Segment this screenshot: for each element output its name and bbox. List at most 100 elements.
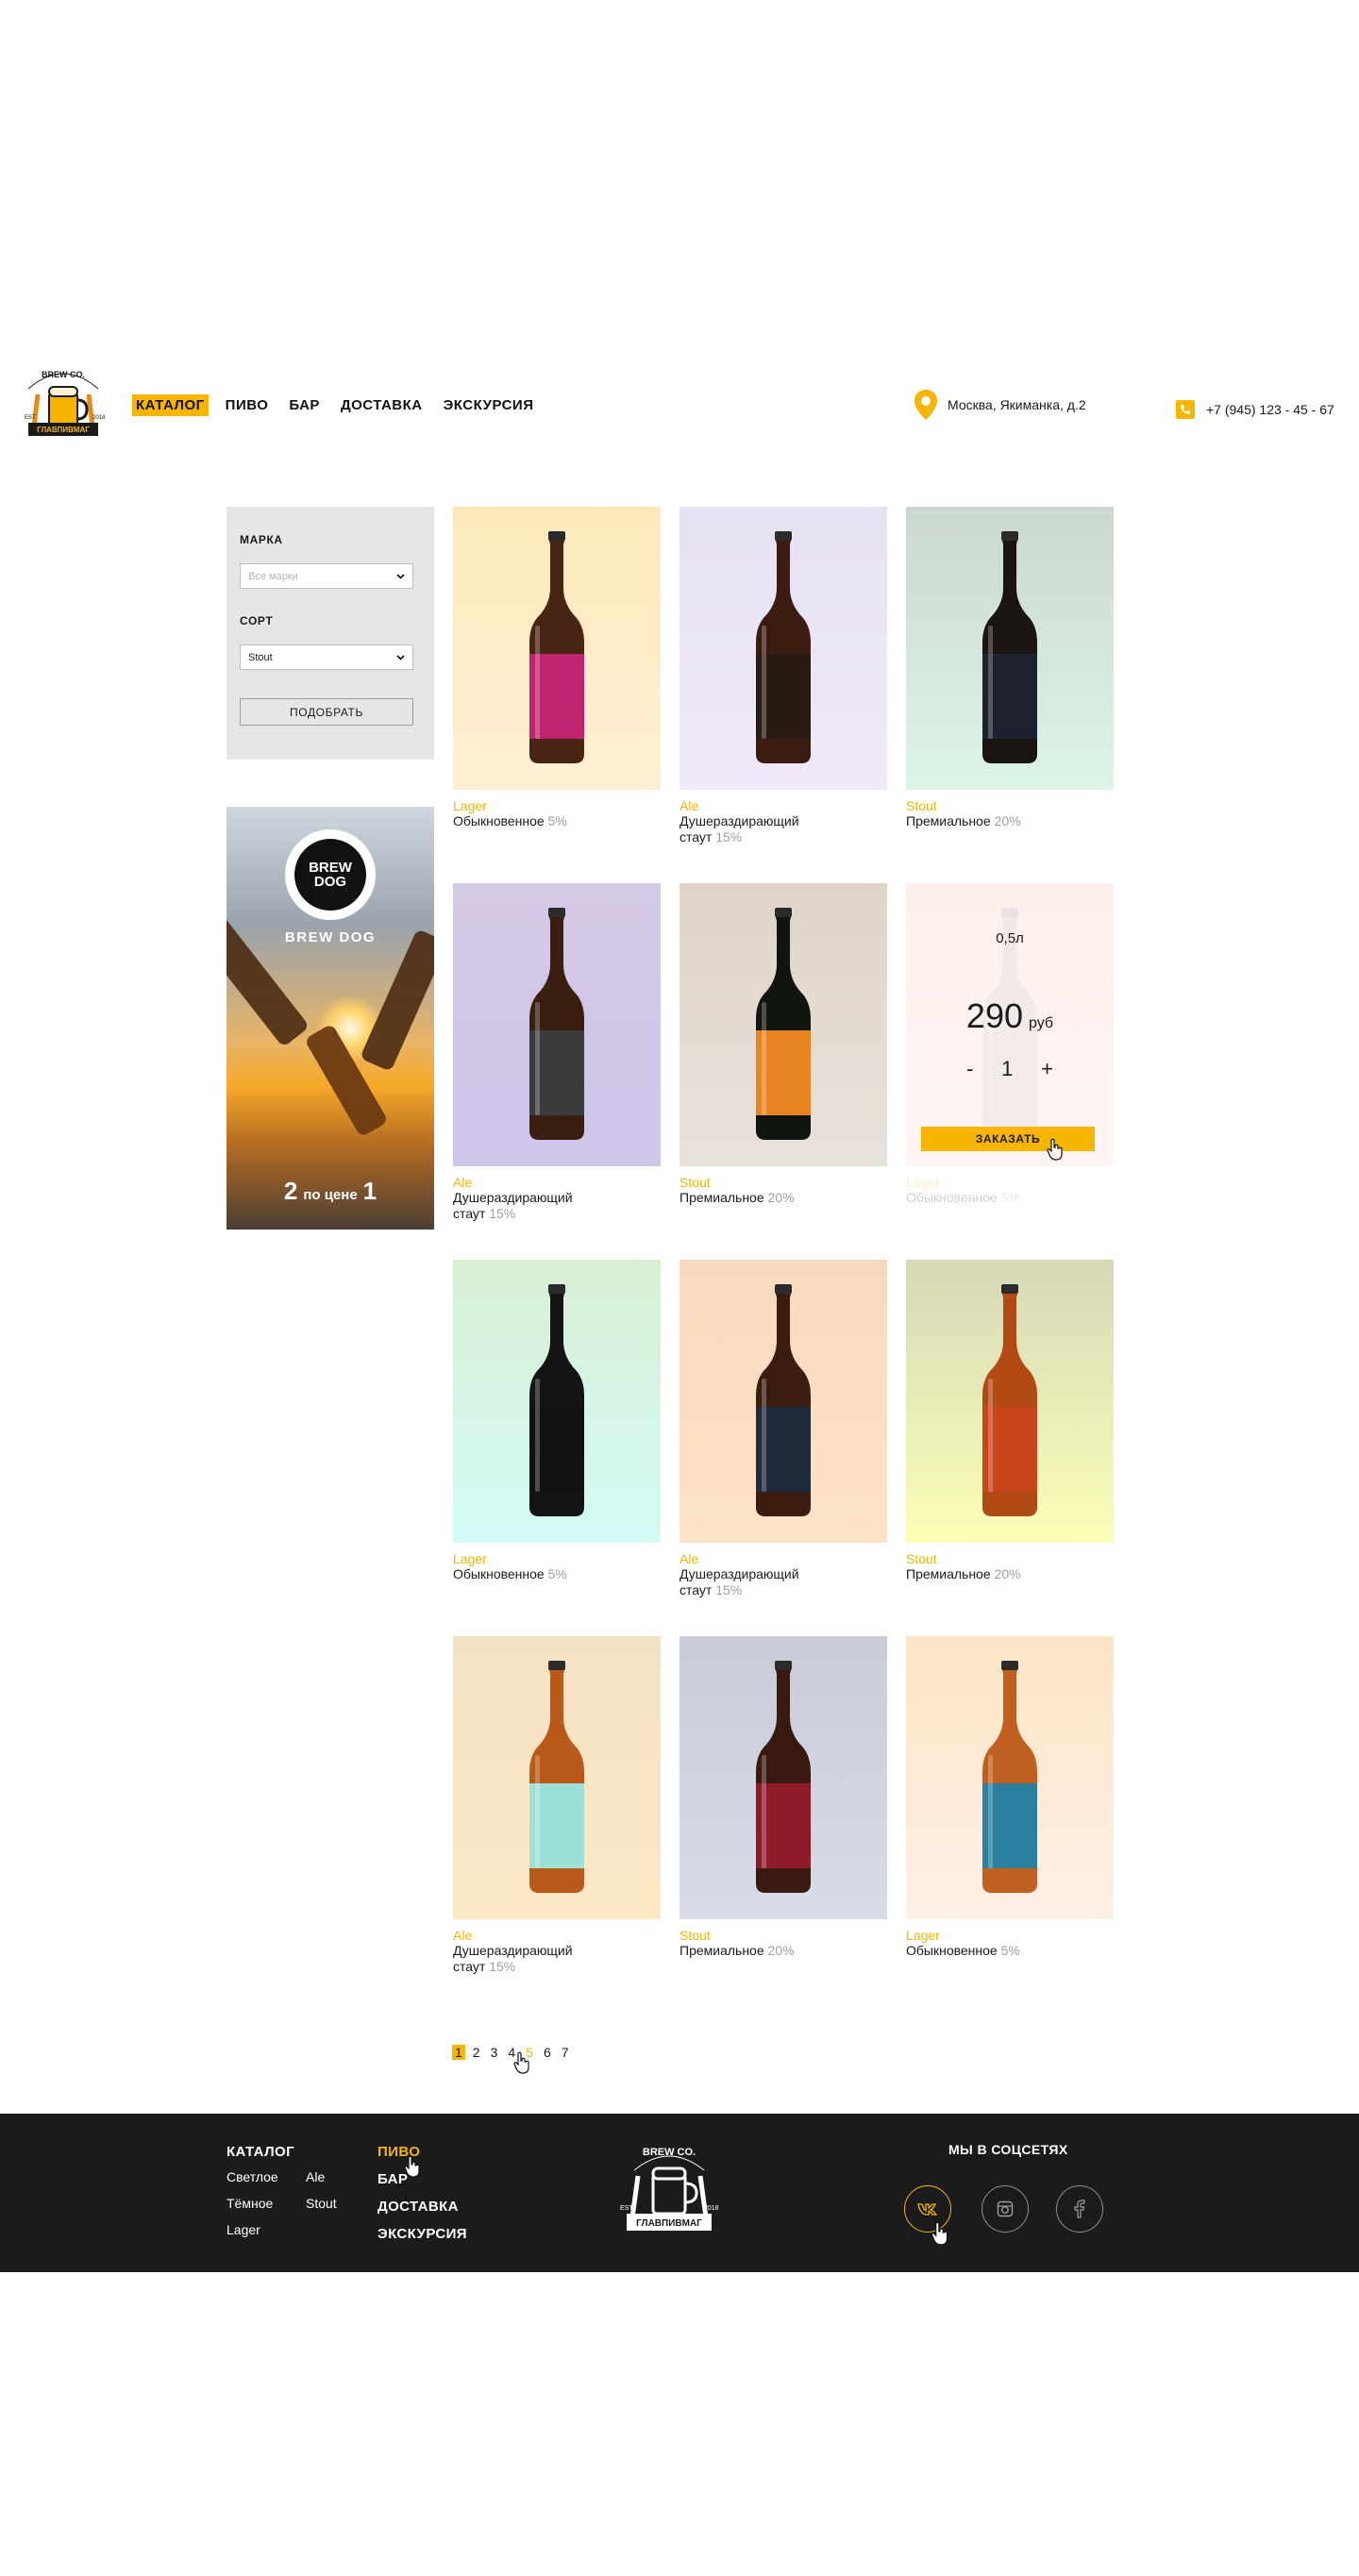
product-name-line1: Обыкновенное (453, 813, 545, 828)
facebook-icon (1074, 2200, 1085, 2218)
product-meta: Ale Душераздирающий стаут 15% (453, 1175, 661, 1222)
product-name[interactable]: Душераздирающий стаут 15% (453, 1943, 661, 1975)
footer-link[interactable]: Ale (306, 2169, 353, 2184)
footer-link[interactable]: Светлое (226, 2169, 278, 2184)
product-category[interactable]: Lager (906, 1175, 1114, 1190)
product-name[interactable]: Обыкновенное 5% (906, 1190, 1114, 1206)
product-category[interactable]: Ale (680, 798, 887, 813)
product-card[interactable] (453, 883, 661, 1166)
product-category[interactable]: Lager (453, 1551, 661, 1566)
page-6-link[interactable]: 6 (541, 2045, 554, 2060)
page-7-link[interactable]: 7 (559, 2045, 572, 2060)
product-category[interactable]: Ale (680, 1551, 887, 1566)
phone-text: +7 (945) 123 - 45 - 67 (1206, 402, 1334, 417)
nav-catalog[interactable]: КАТАЛОГ (132, 394, 209, 416)
product-card[interactable] (906, 1260, 1114, 1543)
footer-catalog-title[interactable]: КАТАЛОГ (226, 2144, 353, 2160)
social-instagram[interactable] (982, 2185, 1029, 2233)
product-name[interactable]: Обыкновенное 5% (453, 813, 661, 829)
product-name[interactable]: Душераздирающий стаут 15% (680, 1566, 887, 1598)
footer-link-bar[interactable]: БАР (378, 2171, 467, 2187)
vk-icon (917, 2203, 938, 2216)
order-button[interactable]: ЗАКАЗАТЬ (921, 1127, 1095, 1151)
hand-cursor-icon (931, 2221, 948, 2246)
product-category[interactable]: Stout (906, 798, 1114, 813)
product-strength: 20% (767, 1943, 795, 1958)
logo-banner-text: ГЛАВПИВМАГ (37, 426, 90, 434)
product-meta: Lager Обыкновенное 5% (906, 1175, 1114, 1206)
product-card[interactable] (453, 1260, 661, 1543)
promo-banner[interactable]: BREW DOG BREW DOG 2 по цене 1 (226, 807, 434, 1229)
product-meta: Stout Премиальное 20% (680, 1175, 887, 1206)
product-name[interactable]: Премиальное 20% (680, 1943, 887, 1959)
footer-link[interactable]: Stout (306, 2196, 353, 2211)
product-card[interactable] (453, 507, 661, 790)
product-name[interactable]: Премиальное 20% (906, 813, 1114, 829)
beer-bottle-icon (756, 1661, 811, 1893)
brand-logo[interactable]: BREW CO. ГЛАВПИВМАГ EST 2018 (21, 360, 106, 451)
product-strength: 15% (489, 1959, 516, 1974)
social-facebook[interactable] (1056, 2185, 1103, 2233)
product-card[interactable] (680, 1260, 887, 1543)
product-category[interactable]: Stout (680, 1928, 887, 1943)
nav-bar[interactable]: БАР (285, 394, 324, 416)
product-name-line2: стаут (680, 829, 713, 845)
beer-bottle-icon (982, 1661, 1037, 1893)
brand-select[interactable]: Все марки (240, 563, 413, 589)
qty-value: 1 (1001, 1057, 1014, 1080)
product-name[interactable]: Премиальное 20% (906, 1566, 1114, 1582)
filter-submit-button[interactable]: ПОДОБРАТЬ (240, 698, 413, 726)
product-name[interactable]: Обыкновенное 5% (453, 1566, 661, 1582)
product-name-line1: Премиальное (680, 1943, 764, 1958)
product-card[interactable] (906, 1636, 1114, 1919)
product-category[interactable]: Ale (453, 1928, 661, 1943)
nav-beer[interactable]: ПИВО (222, 394, 273, 416)
product-card[interactable]: 0,5л 290 руб - 1 + ЗАКАЗАТЬ (906, 883, 1114, 1166)
sort-select[interactable]: Stout (240, 644, 413, 670)
footer-link-excursion[interactable]: ЭКСКУРСИЯ (378, 2226, 467, 2242)
product-name[interactable]: Душераздирающий стаут 15% (680, 813, 887, 845)
page-2-link[interactable]: 2 (470, 2045, 483, 2060)
product-name-line1: Премиальное (906, 813, 991, 828)
footer: КАТАЛОГ Светлое Ale Тёмное Stout Lager ПИВ… (0, 2114, 1359, 2272)
footer-logo[interactable]: BREW CO. ГЛАВПИВМАГ EST 2018 (617, 2138, 721, 2251)
product-name[interactable]: Душераздирающий стаут 15% (453, 1190, 661, 1222)
product-name[interactable]: Премиальное 20% (680, 1190, 887, 1206)
product-category[interactable]: Stout (906, 1551, 1114, 1566)
footer-link[interactable]: Тёмное (226, 2196, 274, 2211)
product-card[interactable] (680, 507, 887, 790)
promo-num-b: 1 (362, 1177, 378, 1205)
qty-increase-button[interactable]: + (1041, 1057, 1053, 1081)
product-category[interactable]: Lager (453, 798, 661, 813)
logo-side-right: 2018 (92, 415, 106, 421)
product-meta: Stout Премиальное 20% (680, 1928, 887, 1959)
filter-panel: МАРКА Все марки СОРТ Stout ПОДОБРАТЬ (226, 507, 434, 760)
footer-link[interactable]: Lager (226, 2222, 274, 2237)
page-3-link[interactable]: 3 (488, 2045, 501, 2060)
location[interactable]: Москва, Якиманка, д.2 (914, 389, 1086, 421)
phone[interactable]: +7 (945) 123 - 45 - 67 (1176, 400, 1334, 419)
page-1-link[interactable]: 1 (452, 2045, 465, 2060)
beer-bottle-icon (756, 908, 811, 1140)
product-card[interactable] (680, 1636, 887, 1919)
product-card[interactable] (453, 1636, 661, 1919)
product-strength: 20% (994, 813, 1021, 828)
product-category[interactable]: Stout (680, 1175, 887, 1190)
nav-delivery[interactable]: ДОСТАВКА (337, 394, 427, 416)
product-card[interactable] (680, 883, 887, 1166)
brand-select-placeholder: Все марки (248, 570, 298, 582)
logo-side-left: EST (25, 415, 36, 421)
product-name[interactable]: Обыкновенное 5% (906, 1943, 1114, 1959)
qty-decrease-button[interactable]: - (966, 1057, 973, 1081)
footer-link-beer[interactable]: ПИВО (378, 2144, 467, 2160)
footer-link-delivery[interactable]: ДОСТАВКА (378, 2199, 467, 2215)
product-category[interactable]: Lager (906, 1928, 1114, 1943)
product-category[interactable]: Ale (453, 1175, 661, 1190)
chevron-down-icon (396, 573, 405, 579)
sort-label: СОРТ (240, 614, 274, 627)
promo-brand: BREW DOG (284, 929, 377, 945)
hand-cursor-icon (1047, 1138, 1063, 1161)
product-card[interactable] (906, 507, 1114, 790)
nav-excursion[interactable]: ЭКСКУРСИЯ (440, 394, 538, 416)
product-price: 290 руб (906, 996, 1114, 1036)
